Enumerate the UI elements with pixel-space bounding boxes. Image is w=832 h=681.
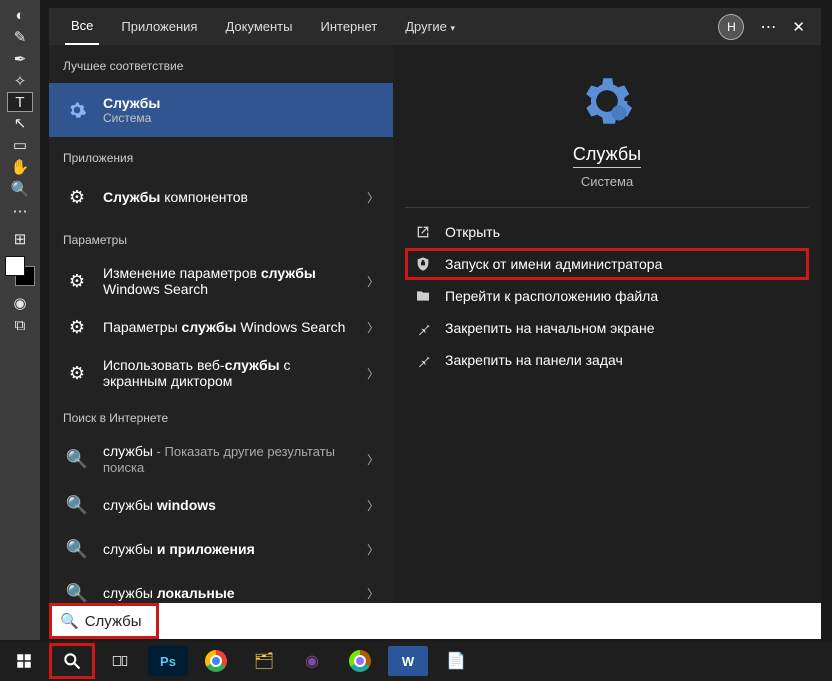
windows-search-panel: Все Приложения Документы Интернет Другие…: [49, 8, 821, 604]
tab-other[interactable]: Другие ▾: [399, 9, 461, 44]
avatar[interactable]: Н: [718, 14, 744, 40]
action-pin-taskbar[interactable]: Закрепить на панели задач: [405, 344, 809, 376]
results-column: Лучшее соответствие Службы Система Прило…: [49, 45, 393, 615]
search-box-extension[interactable]: [159, 603, 821, 639]
search-icon: 🔍: [60, 612, 79, 630]
chevron-right-icon: 〉: [367, 497, 379, 514]
text-tool[interactable]: T: [7, 92, 33, 112]
search-input[interactable]: [85, 613, 155, 630]
taskbar: Ps 🗂 ◉ W 📄: [0, 641, 832, 681]
action-open[interactable]: Открыть: [405, 216, 809, 248]
gear-icon: [63, 96, 91, 124]
shield-icon: [415, 256, 431, 272]
result-setting-narrator-web[interactable]: ⚙ Использовать веб-службы с экранным дик…: [49, 349, 393, 397]
result-web-windows[interactable]: 🔍 службы windows 〉: [49, 483, 393, 527]
brush-tool[interactable]: ✒: [6, 48, 34, 70]
result-title: Службы: [103, 95, 379, 111]
open-icon: [415, 224, 431, 240]
pointer-tool[interactable]: ↖: [6, 112, 34, 134]
chevron-right-icon: 〉: [367, 585, 379, 602]
chevron-right-icon: 〉: [367, 319, 379, 336]
section-settings: Параметры: [49, 219, 393, 257]
pin-icon: [415, 320, 431, 336]
result-app-component-services[interactable]: ⚙ Службы компонентов 〉: [49, 175, 393, 219]
taskbar-search-button[interactable]: [49, 643, 95, 679]
screenmode-icon[interactable]: ⧉: [6, 314, 34, 336]
taskbar-chrome[interactable]: [196, 646, 236, 676]
search-icon: 🔍: [63, 445, 91, 473]
search-icon: 🔍: [63, 535, 91, 563]
section-best-match: Лучшее соответствие: [49, 45, 393, 83]
section-web: Поиск в Интернете: [49, 397, 393, 435]
start-button[interactable]: [0, 641, 48, 681]
result-setting-service-params[interactable]: ⚙ Параметры службы Windows Search 〉: [49, 305, 393, 349]
taskbar-chrome-canary[interactable]: [340, 646, 380, 676]
taskbar-explorer[interactable]: 🗂: [244, 646, 284, 676]
result-web-apps[interactable]: 🔍 службы и приложения 〉: [49, 527, 393, 571]
settings-icon: ⚙: [63, 267, 91, 295]
search-box[interactable]: 🔍: [49, 603, 159, 639]
settings-icon: ⚙: [63, 359, 91, 387]
tab-all[interactable]: Все: [65, 8, 99, 45]
chevron-right-icon: 〉: [367, 541, 379, 558]
close-icon[interactable]: ✕: [792, 18, 805, 36]
detail-column: Службы Система Открыть Запуск от имени а…: [393, 45, 821, 615]
result-subtitle: Система: [103, 111, 379, 125]
settings-icon: ⚙: [63, 313, 91, 341]
color-swatch[interactable]: [5, 256, 35, 286]
taskbar-tor[interactable]: ◉: [292, 646, 332, 676]
tab-internet[interactable]: Интернет: [314, 9, 383, 44]
chevron-down-icon: ▾: [450, 23, 455, 33]
more-icon[interactable]: ⋯: [760, 17, 776, 37]
healing-tool[interactable]: ✎: [6, 26, 34, 48]
taskbar-notepad[interactable]: 📄: [436, 646, 476, 676]
gear-large-icon: [581, 75, 633, 132]
action-open-location[interactable]: Перейти к расположению файла: [405, 280, 809, 312]
taskbar-word[interactable]: W: [388, 646, 428, 676]
action-run-as-admin[interactable]: Запуск от имени администратора: [405, 248, 809, 280]
task-view-button[interactable]: [96, 641, 144, 681]
result-web-more[interactable]: 🔍 службы - Показать другие результаты по…: [49, 435, 393, 483]
taskbar-photoshop[interactable]: Ps: [148, 646, 188, 676]
folder-icon: [415, 288, 431, 304]
action-pin-start[interactable]: Закрепить на начальном экране: [405, 312, 809, 344]
section-apps: Приложения: [49, 137, 393, 175]
eyedropper-tool[interactable]: ◐: [6, 4, 34, 26]
quickmask-icon[interactable]: ◉: [6, 292, 34, 314]
gears-icon: ⚙: [63, 183, 91, 211]
shape-tool[interactable]: ▭: [6, 134, 34, 156]
chevron-right-icon: 〉: [367, 451, 379, 468]
result-best-match[interactable]: Службы Система: [49, 83, 393, 137]
edit-toolbar-icon[interactable]: ⊞: [6, 228, 34, 250]
search-filter-tabs: Все Приложения Документы Интернет Другие…: [49, 8, 821, 45]
zoom-tool[interactable]: 🔍: [6, 178, 34, 200]
detail-title[interactable]: Службы: [573, 144, 641, 168]
search-icon: 🔍: [63, 491, 91, 519]
search-input-row: 🔍: [49, 603, 821, 639]
hand-tool[interactable]: ✋: [6, 156, 34, 178]
result-setting-change-service-params[interactable]: ⚙ Изменение параметров службы Windows Se…: [49, 257, 393, 305]
tab-apps[interactable]: Приложения: [115, 9, 203, 44]
chevron-right-icon: 〉: [367, 365, 379, 382]
app-left-toolbar: ◐ ✎ ✒ ✧ T ↖ ▭ ✋ 🔍 ⋯ ⊞ ◉ ⧉: [0, 0, 40, 640]
tab-documents[interactable]: Документы: [219, 9, 298, 44]
detail-subtitle: Система: [581, 174, 633, 189]
chevron-right-icon: 〉: [367, 273, 379, 290]
stamp-tool[interactable]: ✧: [6, 70, 34, 92]
pin-icon: [415, 352, 431, 368]
chevron-right-icon: 〉: [367, 189, 379, 206]
more-tools[interactable]: ⋯: [6, 200, 34, 222]
